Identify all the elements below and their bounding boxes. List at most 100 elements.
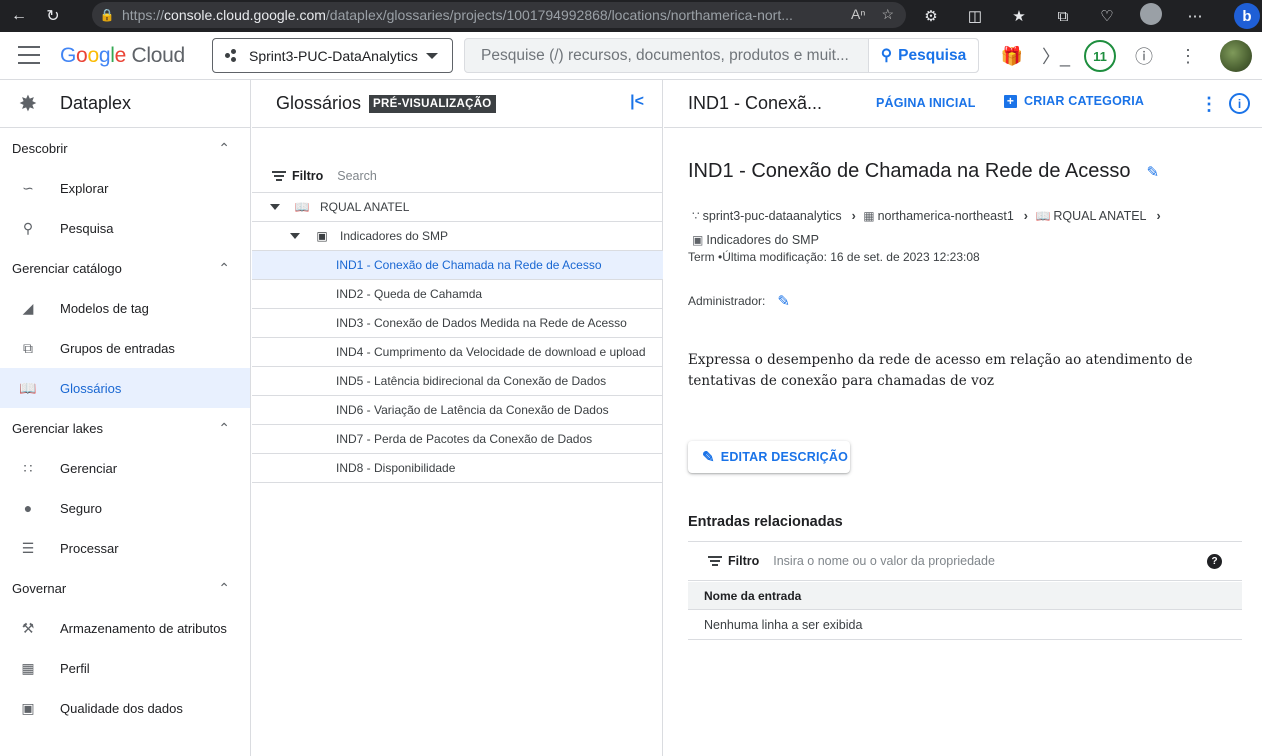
preview-badge: PRÉ-VISUALIZAÇÃO [369,94,496,113]
chevron-right-icon: › [1156,209,1161,223]
product-nav: ✸ Dataplex Descobrir ⌃ ∽ Explorar ⚲ Pesquis… [0,80,251,756]
performance-icon[interactable]: ♡ [1092,7,1122,25]
person-icon: ● [23,500,33,516]
nav-section-gerenciar-lakes[interactable]: Gerenciar lakes ⌃ [0,408,250,448]
edit-title-icon[interactable]: ✎ [1147,163,1160,181]
nav-item-gerenciar[interactable]: ∷ Gerenciar [0,448,250,488]
search-input[interactable] [465,46,869,65]
more-options-icon[interactable]: ⋯ [1180,7,1210,25]
collections-icon[interactable]: ⧉ [1048,8,1078,25]
caret-down-icon[interactable] [290,233,300,239]
search-button[interactable]: ⚲ Pesquisa [868,39,978,72]
term-meta: Term •Última modificação: 16 de set. de … [688,250,980,264]
address-bar[interactable]: 🔒 https://console.cloud.google.com/datap… [92,2,906,28]
url-text[interactable]: https://console.cloud.google.com/dataple… [122,7,802,23]
lock-icon: 🔒 [99,8,115,22]
nav-item-perfil[interactable]: ▦ Perfil [0,648,250,688]
related-filter-input[interactable] [773,554,1154,568]
avatar[interactable] [1220,40,1252,72]
nav-section-descobrir[interactable]: Descobrir ⌃ [0,128,250,168]
chevron-down-icon [426,53,438,59]
glossary-icon: 📖 [294,200,310,214]
breadcrumb-category[interactable]: ▣ Indicadores do SMP [692,228,819,252]
column-header-entry-name[interactable]: Nome da entrada [688,582,1242,610]
breadcrumb-glossary[interactable]: 📖 RQUAL ANATEL › [1035,204,1160,228]
category-icon: ▣ [316,229,328,243]
google-cloud-logo[interactable]: Google Cloud [60,44,185,68]
favorites-icon[interactable]: ★ [1004,7,1034,25]
caret-down-icon[interactable] [270,204,280,210]
filter-icon [708,556,722,566]
profile-icon[interactable] [1136,3,1166,29]
term-title: IND1 - Conexão de Chamada na Rede de Ace… [688,160,1160,182]
back-icon[interactable]: ← [4,3,34,29]
tree-root-rqual-anatel[interactable]: 📖 RQUAL ANATEL [252,193,663,222]
category-icon: ▣ [692,233,704,247]
detail-header: IND1 - Conexã... PÁGINA INICIAL + CRIAR C… [664,80,1262,128]
quality-icon: ▣ [21,699,35,716]
tree-term[interactable]: IND4 - Cumprimento da Velocidade de down… [252,338,663,367]
administrator-row: Administrador: ✎ [688,292,790,310]
bing-copilot-icon[interactable]: b [1232,0,1262,32]
read-aloud-icon[interactable]: Aⁿ [851,6,865,23]
tree-term[interactable]: IND6 - Variação de Latência da Conexão d… [252,396,663,425]
tree-category-indicadores[interactable]: ▣ Indicadores do SMP [252,222,663,251]
cloud-shell-icon[interactable]: 〉_ [1040,40,1072,72]
breadcrumb-location[interactable]: ▦ northamerica-northeast1 › [863,204,1028,228]
main-menu-icon[interactable] [18,46,40,64]
glossary-search-input[interactable] [337,169,578,183]
tree-term[interactable]: IND2 - Queda de Cahamda [252,280,663,309]
breadcrumb-project[interactable]: ∵ sprint3-puc-dataanalytics › [692,204,856,228]
tree-term[interactable]: IND5 - Latência bidirecional da Conexão … [252,367,663,396]
nav-item-seguro[interactable]: ● Seguro [0,488,250,528]
favorite-star-icon[interactable]: ☆ [881,6,894,23]
reload-icon[interactable]: ↻ [38,3,68,29]
nav-item-grupos-de-entradas[interactable]: ⧉ Grupos de entradas [0,328,250,368]
collapse-panel-icon[interactable]: |< [630,93,644,111]
nav-item-pesquisa[interactable]: ⚲ Pesquisa [0,208,250,248]
gift-icon[interactable]: 🎁 [996,40,1028,72]
nav-item-qualidade-dos-dados[interactable]: ▣ Qualidade dos dados [0,688,250,728]
tree-term[interactable]: IND8 - Disponibilidade [252,454,663,483]
home-page-button[interactable]: PÁGINA INICIAL [876,96,976,110]
nav-item-explorar[interactable]: ∽ Explorar [0,168,250,208]
filter-icon [272,171,286,181]
chevron-up-icon: ⌃ [218,140,230,156]
project-name: Sprint3-PUC-DataAnalytics [249,47,418,64]
info-icon[interactable]: i [1229,93,1250,114]
nav-item-armazenamento-de-atributos[interactable]: ⚒ Armazenamento de atributos [0,608,250,648]
more-vert-icon[interactable]: ⋮ [1172,40,1204,72]
project-selector[interactable]: Sprint3-PUC-DataAnalytics [212,38,453,73]
term-detail-panel: IND1 - Conexã... PÁGINA INICIAL + CRIAR C… [664,80,1262,756]
notifications-badge[interactable]: 11 [1084,40,1116,72]
nav-section-governar[interactable]: Governar ⌃ [0,568,250,608]
edit-admin-icon[interactable]: ✎ [777,292,790,310]
nav-section-gerenciar-catalogo[interactable]: Gerenciar catálogo ⌃ [0,248,250,288]
location-icon: ▦ [863,209,875,223]
project-icon [225,48,239,63]
related-filter: Filtro ? [688,541,1242,581]
term-description: Expressa o desempenho da rede de acesso … [688,352,1193,389]
create-category-button[interactable]: + CRIAR CATEGORIA [1004,94,1144,108]
profile-icon: ▦ [21,659,35,676]
tag-icon: ◢ [22,299,34,316]
chevron-up-icon: ⌃ [218,420,230,436]
tree-term[interactable]: IND1 - Conexão de Chamada na Rede de Ace… [252,251,663,280]
nav-item-modelos-de-tag[interactable]: ◢ Modelos de tag [0,288,250,328]
tree-term[interactable]: IND7 - Perda de Pacotes da Conexão de Da… [252,425,663,454]
breadcrumb: ∵ sprint3-puc-dataanalytics › ▦ northameric… [692,204,1232,252]
split-screen-icon[interactable]: ◫ [960,7,990,25]
gavel-icon: ⚒ [21,619,35,636]
chevron-up-icon: ⌃ [218,580,230,596]
more-vert-icon[interactable]: ⋮ [1200,94,1218,115]
help-icon[interactable]: ? [1207,554,1222,569]
related-entries-title: Entradas relacionadas [688,514,843,530]
extensions-icon[interactable]: ⚙ [916,7,946,25]
help-icon[interactable]: ⓘ [1128,40,1160,72]
project-icon: ∵ [692,209,700,223]
nav-item-glossarios[interactable]: 📖 Glossários [0,368,250,408]
nav-item-processar[interactable]: ☰ Processar [0,528,250,568]
tree-term[interactable]: IND3 - Conexão de Dados Medida na Rede d… [252,309,663,338]
edit-description-button[interactable]: ✎ EDITAR DESCRIÇÃO [688,441,850,473]
dataplex-icon: ✸ [18,90,38,116]
